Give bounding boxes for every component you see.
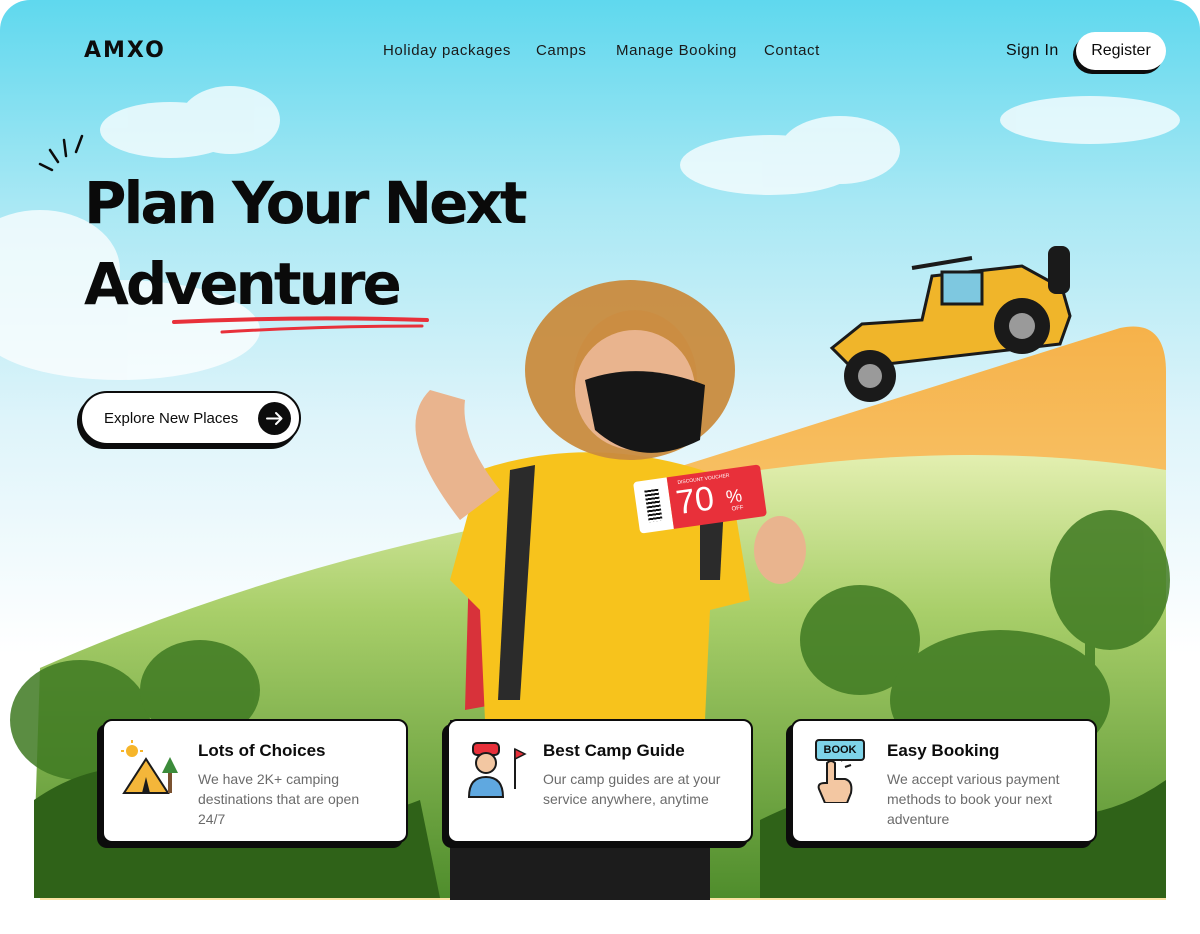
book-tap-icon: BOOK — [809, 739, 873, 803]
explore-button-label: Explore New Places — [104, 410, 239, 427]
nav-holiday-packages[interactable]: Holiday packages — [383, 42, 511, 59]
arrow-right-icon — [258, 402, 291, 435]
nav-contact[interactable]: Contact — [764, 42, 820, 59]
nav-manage-booking[interactable]: Manage Booking — [616, 42, 737, 59]
tapping-hand-icon — [817, 759, 853, 803]
voucher-suffix: OFF — [731, 505, 745, 513]
feature-description: We accept various payment methods to boo… — [887, 771, 1060, 827]
feature-title: Best Camp Guide — [543, 741, 685, 760]
feature-title: Easy Booking — [887, 741, 1000, 760]
feature-card-easy-booking: BOOK Easy Booking We accept various paym… — [791, 719, 1097, 843]
sign-in-link[interactable]: Sign In — [1006, 42, 1059, 60]
hero-headline-line2: Adventure — [84, 250, 402, 318]
feature-card-lots-of-choices: Lots of Choices We have 2K+ camping dest… — [102, 719, 408, 843]
feature-description: We have 2K+ camping destinations that ar… — [198, 771, 360, 827]
camp-guide-icon — [467, 742, 527, 798]
register-button[interactable]: Register — [1076, 32, 1166, 70]
register-button-label: Register — [1091, 42, 1151, 59]
explore-new-places-button[interactable]: Explore New Places — [80, 391, 301, 445]
feature-card-best-camp-guide: Best Camp Guide Our camp guides are at y… — [447, 719, 753, 843]
voucher-value: 70 — [673, 479, 717, 523]
nav-camps[interactable]: Camps — [536, 42, 587, 59]
brand-logo[interactable]: AMXO — [84, 38, 166, 63]
book-icon-label: BOOK — [815, 739, 865, 761]
tent-icon — [121, 740, 178, 794]
hero-headline-line1: Plan Your Next — [84, 169, 528, 237]
jeep-illustration — [829, 246, 1072, 402]
feature-description: Our camp guides are at your service anyw… — [543, 771, 721, 807]
headline-underline-stroke — [172, 316, 429, 334]
feature-title: Lots of Choices — [198, 741, 326, 760]
landing-page: DISCOUNT VOUCHER 70 % OFF AMXO Holiday p… — [0, 0, 1200, 934]
